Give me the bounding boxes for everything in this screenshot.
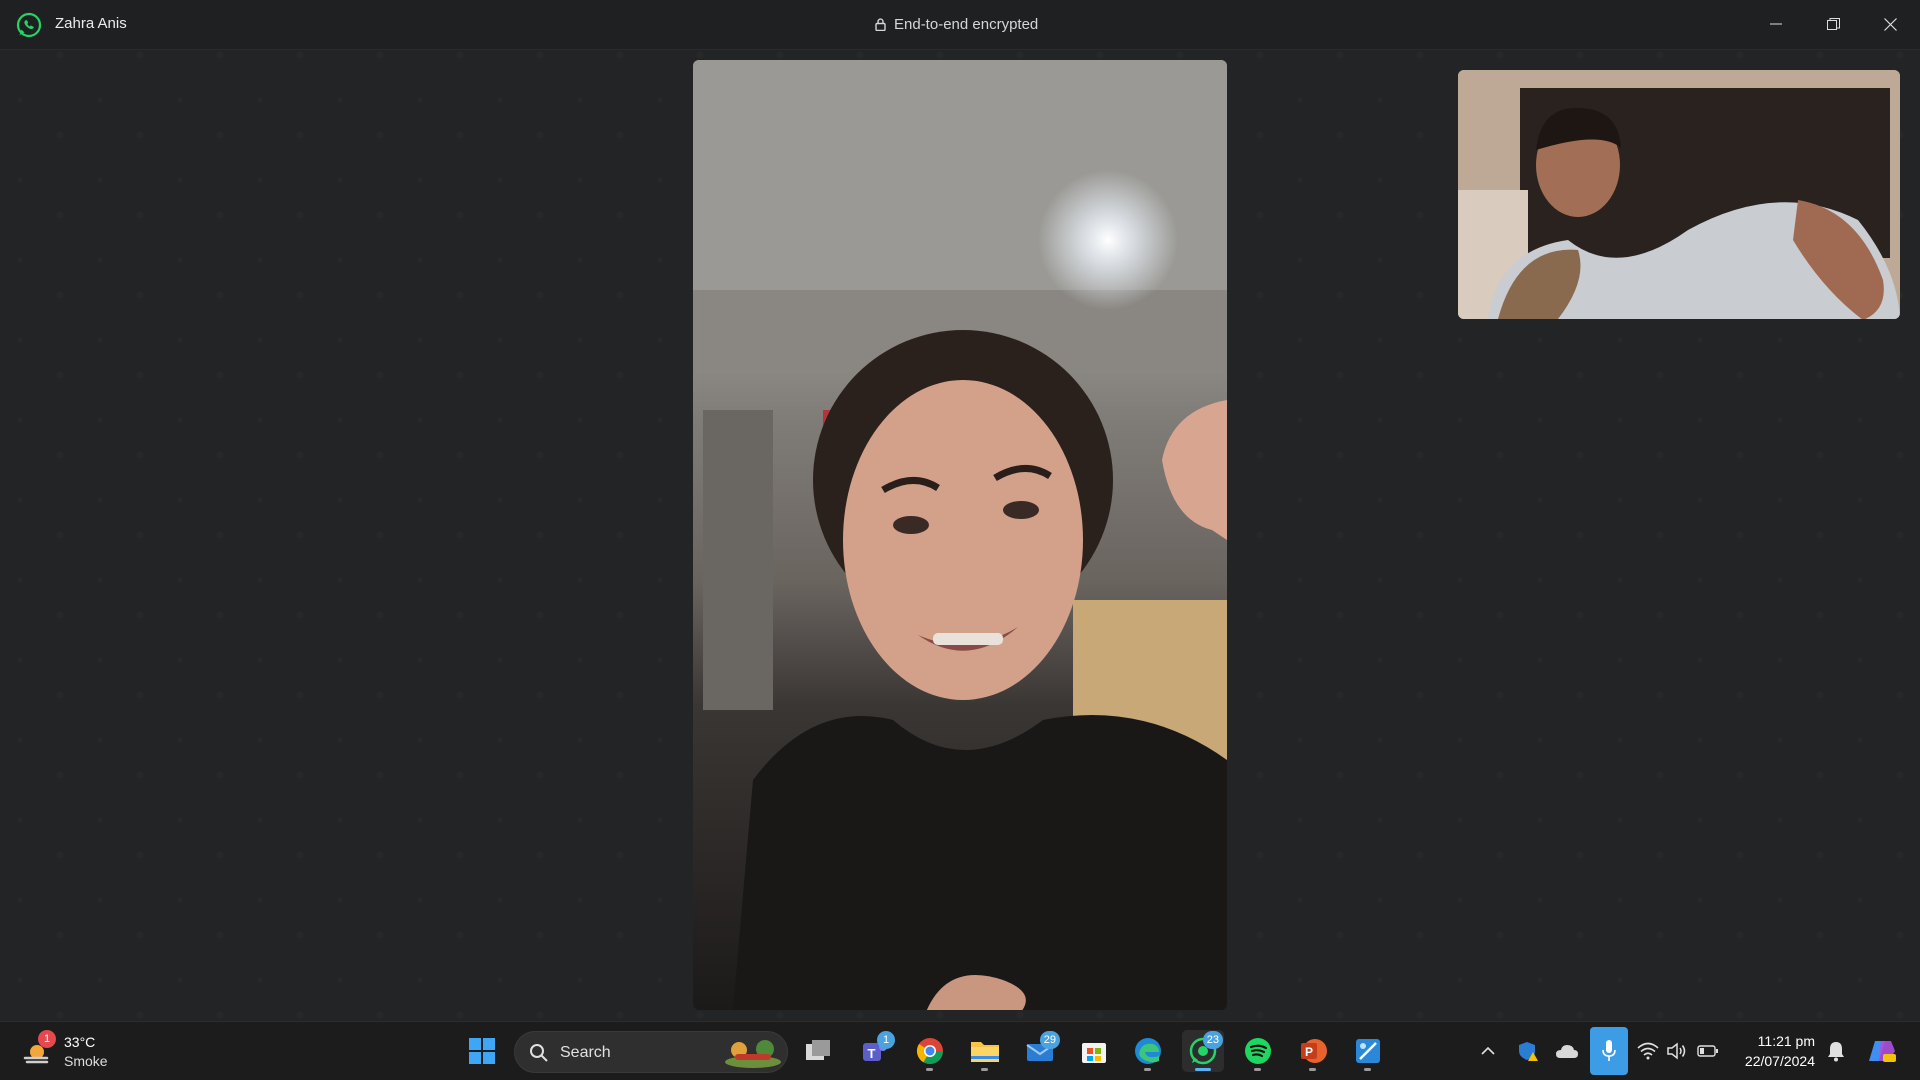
weather-widget[interactable]: 1 33°C Smoke: [22, 1030, 132, 1072]
spotify-icon: [1245, 1038, 1271, 1064]
bell-snooze-icon: [1828, 1042, 1844, 1062]
self-video-preview[interactable]: [1458, 70, 1900, 319]
taskbar-mail[interactable]: 29: [1019, 1030, 1061, 1072]
speaker-icon: [1667, 1042, 1686, 1060]
whatsapp-call-window: Zahra Anis End-to-end encrypted: [0, 0, 1920, 1021]
lock-icon: [875, 18, 886, 31]
windows-taskbar: 1 33°C Smoke Search T 1 29 23 P 11:21 pm…: [0, 1021, 1920, 1080]
whatsapp-badge: 23: [1202, 1031, 1223, 1049]
spotify-running-indicator: [1254, 1068, 1261, 1071]
taskbar-whatsapp[interactable]: 23: [1182, 1030, 1224, 1072]
system-clock[interactable]: 11:21 pm 22/07/2024: [1735, 1031, 1815, 1071]
chrome-icon: [916, 1038, 944, 1065]
notifications-tray-icon[interactable]: [1822, 1036, 1850, 1066]
snipping-tool-running-indicator: [1364, 1068, 1371, 1071]
battery-tray-icon[interactable]: [1694, 1036, 1722, 1066]
chevron-up-icon: [1481, 1046, 1495, 1055]
edge-running-indicator: [1144, 1068, 1151, 1071]
minimize-button[interactable]: [1753, 6, 1799, 42]
taskbar-task-view[interactable]: [798, 1030, 840, 1072]
taskbar-edge[interactable]: [1127, 1030, 1169, 1072]
store-icon: [1082, 1043, 1106, 1063]
search-icon: [530, 1044, 548, 1062]
weather-condition: Smoke: [64, 1053, 108, 1069]
remote-video-feed: [693, 60, 1227, 1010]
search-highlight-art-icon: [725, 1040, 781, 1068]
volume-tray-icon[interactable]: [1662, 1036, 1690, 1066]
chrome-running-indicator: [926, 1068, 933, 1071]
file-explorer-icon: [971, 1042, 999, 1062]
task-view-icon: [806, 1040, 830, 1060]
remote-participant-image: [693, 60, 1227, 1010]
clock-time: 11:21 pm: [1757, 1033, 1815, 1049]
close-icon: [1883, 17, 1897, 31]
contact-name: Zahra Anis: [55, 15, 127, 32]
whatsapp-logo-icon: [16, 12, 42, 38]
title-bar: Zahra Anis End-to-end encrypted: [0, 0, 1920, 50]
taskbar-search[interactable]: Search: [514, 1031, 788, 1073]
restore-icon: [1826, 17, 1840, 30]
taskbar-snipping-tool[interactable]: [1347, 1030, 1389, 1072]
taskbar-powerpoint[interactable]: P: [1292, 1030, 1334, 1072]
cloud-icon: [1556, 1045, 1578, 1058]
windows-start-icon: [469, 1038, 495, 1064]
weather-temperature: 33°C: [64, 1034, 96, 1050]
taskbar-chrome[interactable]: [909, 1030, 951, 1072]
teams-badge: 1: [877, 1031, 895, 1049]
svg-text:T: T: [868, 1046, 876, 1061]
battery-icon: [1697, 1045, 1718, 1057]
search-label: Search: [560, 1044, 611, 1061]
encryption-status: End-to-end encrypted: [875, 16, 1038, 33]
start-button[interactable]: [461, 1030, 503, 1072]
copilot-tray-icon[interactable]: [1864, 1036, 1900, 1066]
powerpoint-running-indicator: [1309, 1068, 1316, 1071]
copilot-icon: [1869, 1041, 1896, 1062]
edge-icon: [1135, 1038, 1161, 1064]
wifi-tray-icon[interactable]: [1634, 1036, 1662, 1066]
svg-text:P: P: [1305, 1045, 1313, 1059]
close-button[interactable]: [1867, 6, 1913, 42]
file-explorer-running-indicator: [981, 1068, 988, 1071]
taskbar-file-explorer[interactable]: [964, 1030, 1006, 1072]
weather-alert-badge: 1: [38, 1030, 56, 1048]
powerpoint-icon: P: [1301, 1039, 1327, 1063]
microphone-icon: [1602, 1040, 1616, 1061]
onedrive-tray-icon[interactable]: [1552, 1036, 1580, 1066]
snipping-tool-icon: [1356, 1039, 1380, 1063]
whatsapp-active-indicator: [1195, 1068, 1211, 1071]
wifi-icon: [1637, 1042, 1659, 1060]
self-participant-image: [1458, 70, 1900, 319]
encryption-label: End-to-end encrypted: [894, 16, 1039, 33]
restore-button[interactable]: [1810, 6, 1856, 42]
mail-badge: 29: [1039, 1031, 1060, 1049]
taskbar-teams[interactable]: T 1: [854, 1030, 896, 1072]
security-tray-icon[interactable]: [1514, 1036, 1542, 1066]
taskbar-spotify[interactable]: [1237, 1030, 1279, 1072]
shield-warning-icon: [1519, 1042, 1538, 1061]
clock-date: 22/07/2024: [1744, 1053, 1815, 1069]
minimize-icon: [1770, 23, 1782, 25]
microphone-in-use-indicator[interactable]: [1590, 1027, 1628, 1075]
taskbar-store[interactable]: [1073, 1030, 1115, 1072]
show-hidden-icons-button[interactable]: [1474, 1036, 1502, 1066]
